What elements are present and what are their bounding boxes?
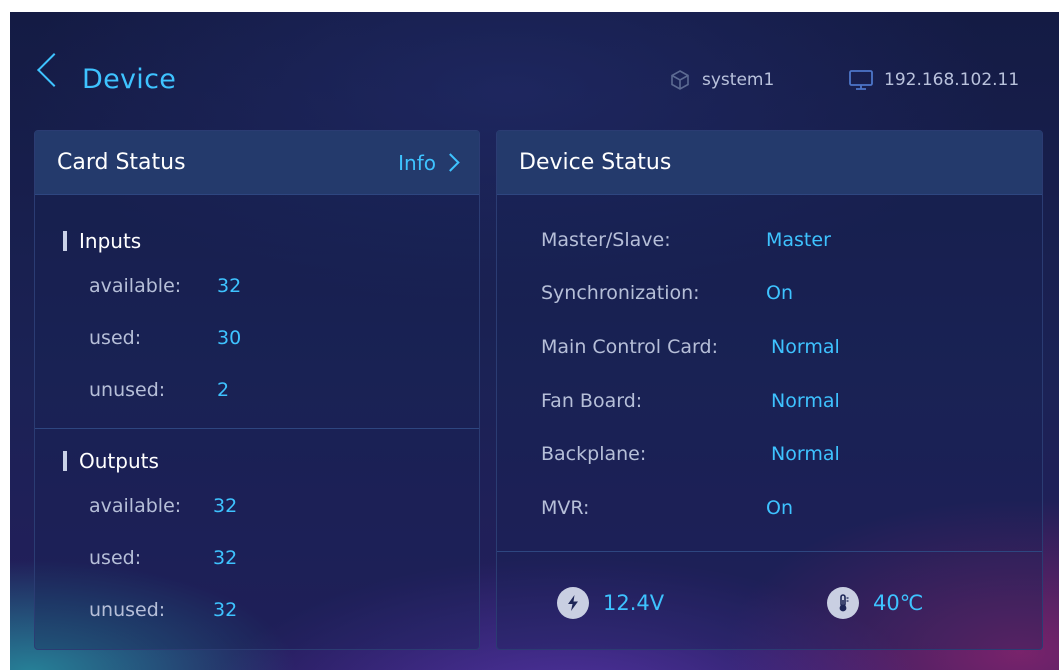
status-value: Normal bbox=[771, 443, 840, 465]
inputs-unused-label: unused: bbox=[89, 379, 166, 401]
thermometer-icon bbox=[827, 587, 859, 619]
section-bar bbox=[63, 451, 67, 471]
page-title: Device bbox=[82, 64, 177, 95]
ip-address: 192.168.102.11 bbox=[884, 70, 1020, 90]
chevron-right-icon bbox=[441, 153, 460, 172]
card-status-panel: Card Status Info Inputs available: 32 us… bbox=[34, 130, 480, 650]
status-label: Master/Slave: bbox=[541, 229, 671, 251]
card-status-header: Card Status Info bbox=[35, 131, 479, 195]
inputs-available-label: available: bbox=[89, 275, 182, 297]
status-label: Fan Board: bbox=[541, 390, 643, 412]
outputs-unused-label: unused: bbox=[89, 599, 166, 621]
info-label: Info bbox=[398, 150, 436, 175]
voltage-indicator: 12.4V bbox=[557, 587, 664, 619]
ip-indicator: 192.168.102.11 bbox=[848, 68, 1019, 92]
card-status-title: Card Status bbox=[57, 150, 186, 175]
section-bar bbox=[63, 231, 67, 251]
system-indicator: system1 bbox=[668, 68, 774, 92]
status-label: MVR: bbox=[541, 497, 590, 519]
inputs-used-value: 30 bbox=[217, 327, 242, 349]
inputs-unused-value: 2 bbox=[217, 379, 230, 401]
outputs-unused-value: 32 bbox=[213, 599, 238, 621]
outputs-used-value: 32 bbox=[213, 547, 238, 569]
temperature-value: 40℃ bbox=[873, 591, 924, 615]
status-value: Normal bbox=[771, 390, 840, 412]
section-divider bbox=[35, 428, 479, 429]
status-value: Master bbox=[766, 229, 831, 251]
device-status-panel: Device Status Master/Slave: Master Synch… bbox=[496, 130, 1043, 650]
device-status-header: Device Status bbox=[497, 131, 1042, 195]
inputs-available-value: 32 bbox=[217, 275, 242, 297]
outputs-used-label: used: bbox=[89, 547, 142, 569]
device-status-title: Device Status bbox=[519, 150, 672, 175]
status-value: On bbox=[766, 497, 793, 519]
device-screen: Device system1 192.168.102.11 Card Statu… bbox=[10, 12, 1059, 670]
status-label: Backplane: bbox=[541, 443, 647, 465]
status-label: Synchronization: bbox=[541, 282, 700, 304]
status-value: On bbox=[766, 282, 793, 304]
monitor-icon bbox=[848, 68, 874, 92]
system-name: system1 bbox=[702, 70, 775, 90]
temperature-indicator: 40℃ bbox=[827, 587, 923, 619]
info-button[interactable]: Info bbox=[398, 151, 461, 175]
outputs-title: Outputs bbox=[79, 449, 159, 473]
inputs-used-label: used: bbox=[89, 327, 142, 349]
voltage-value: 12.4V bbox=[603, 591, 665, 615]
cube-icon bbox=[668, 68, 692, 92]
footer-divider bbox=[497, 551, 1042, 552]
back-chevron-icon[interactable] bbox=[37, 53, 71, 87]
status-value: Normal bbox=[771, 336, 840, 358]
lightning-icon bbox=[557, 587, 589, 619]
inputs-section-title: Inputs bbox=[63, 229, 141, 253]
inputs-title: Inputs bbox=[79, 229, 142, 253]
outputs-available-label: available: bbox=[89, 495, 182, 517]
outputs-section-title: Outputs bbox=[63, 449, 159, 473]
outputs-available-value: 32 bbox=[213, 495, 238, 517]
status-label: Main Control Card: bbox=[541, 336, 718, 358]
